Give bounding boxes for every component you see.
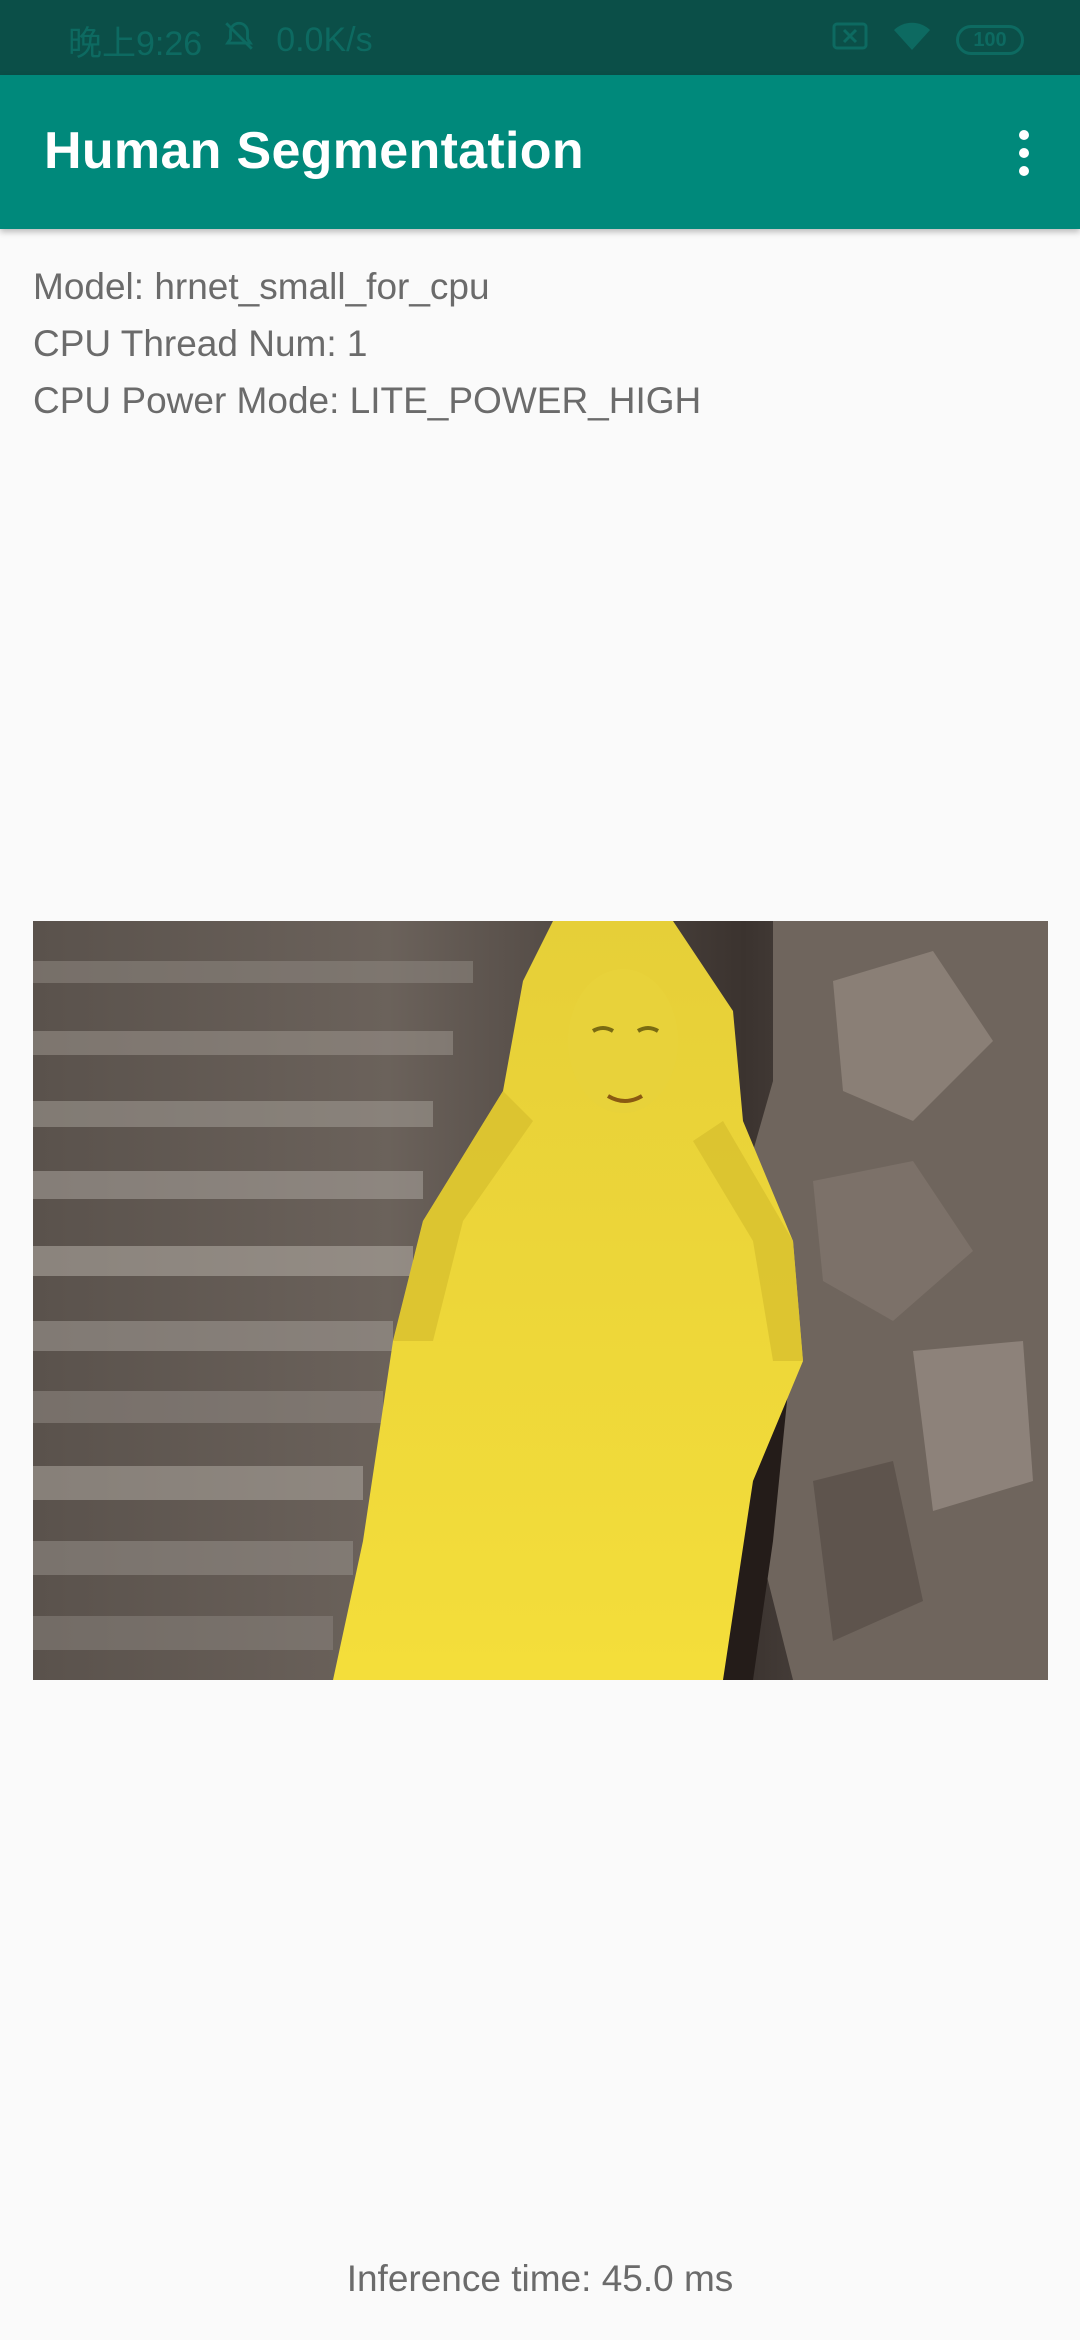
menu-dot (1019, 148, 1029, 158)
battery-level: 100 (973, 28, 1007, 51)
model-name: Model: hrnet_small_for_cpu (33, 266, 490, 307)
wifi-icon (892, 20, 932, 61)
sim-blocked-icon (832, 21, 868, 60)
app-title: Human Segmentation (44, 122, 584, 180)
cpu-power-mode: CPU Power Mode: LITE_POWER_HIGH (33, 380, 702, 421)
cpu-thread-num: CPU Thread Num: 1 (33, 323, 368, 364)
more-vert-icon[interactable] (994, 121, 1054, 185)
segmentation-image-svg (33, 921, 1048, 1680)
model-info: Model: hrnet_small_for_cpu CPU Thread Nu… (33, 258, 701, 429)
segmentation-result-image (33, 921, 1048, 1680)
status-left: 晚上9:26 0.0K/s (68, 19, 373, 63)
inference-time: Inference time: 45.0 ms (346, 2258, 734, 2299)
status-time: 晚上9:26 (68, 24, 203, 63)
status-net-speed: 0.0K/s (276, 20, 373, 59)
battery-icon: 100 (956, 25, 1024, 55)
menu-dot (1019, 130, 1029, 140)
status-bar: 晚上9:26 0.0K/s 100 (0, 0, 1080, 75)
status-right: 100 (832, 22, 1024, 58)
menu-dot (1019, 166, 1029, 176)
app-bar: Human Segmentation (0, 75, 1080, 229)
alarm-off-icon (222, 19, 256, 62)
